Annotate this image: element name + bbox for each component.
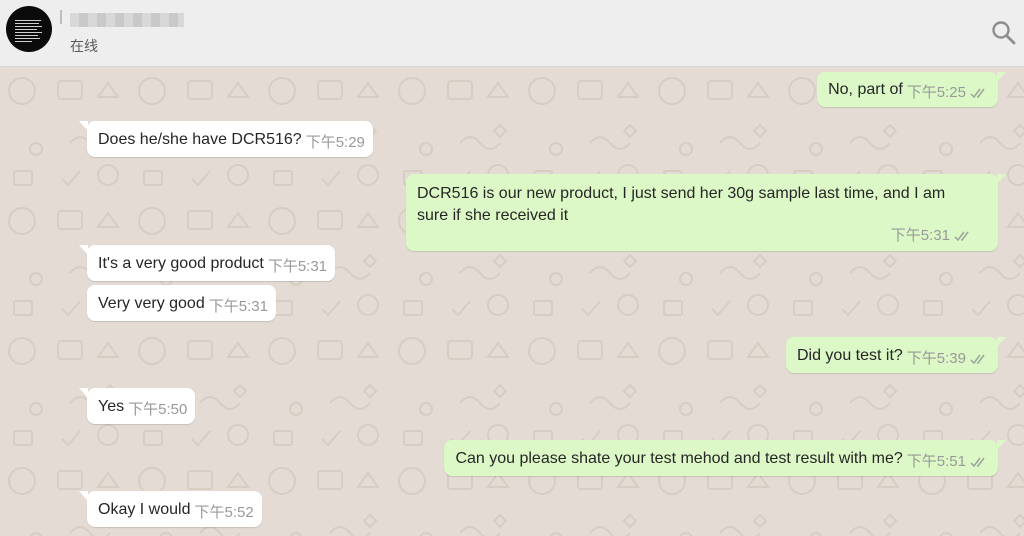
- chat-header: 在线: [0, 0, 1024, 67]
- message-time: 下午5:31: [267, 258, 328, 275]
- message-outgoing[interactable]: DCR516 is our new product, I just send h…: [406, 174, 1006, 251]
- double-check-icon: [954, 231, 969, 241]
- message-time: 下午5:29: [305, 134, 365, 151]
- message-outgoing[interactable]: No, part of 下午5:25: [817, 72, 1006, 107]
- name-prefix-mark: [60, 10, 62, 24]
- message-text: Can you please shate your test mehod and…: [455, 450, 903, 467]
- message-text: Okay I would: [98, 501, 191, 518]
- contact-status: 在线: [70, 38, 98, 54]
- message-time: 下午5:51: [906, 453, 966, 470]
- message-time: 下午5:52: [194, 504, 254, 521]
- message-text: No, part of: [828, 81, 903, 98]
- message-time: 下午5:39: [906, 350, 966, 367]
- double-check-icon: [970, 88, 985, 98]
- message-outgoing[interactable]: Can you please shate your test mehod and…: [444, 440, 1006, 476]
- message-time: 下午5:50: [128, 401, 188, 418]
- message-text: Very very good: [98, 295, 205, 312]
- message-time: 下午5:31: [208, 298, 268, 315]
- message-text: Does he/she have DCR516?: [98, 131, 302, 148]
- message-text: Did you test it?: [796, 347, 903, 364]
- message-list[interactable]: No, part of 下午5:25 Does he/she have DCR51…: [0, 67, 1024, 536]
- message-incoming[interactable]: Okay I would 下午5:52: [79, 491, 262, 527]
- contact-name-redacted[interactable]: [70, 13, 184, 27]
- double-check-icon: [970, 354, 985, 364]
- message-incoming[interactable]: Does he/she have DCR516? 下午5:29: [79, 121, 373, 157]
- message-time: 下午5:25: [906, 84, 966, 101]
- message-text: It's a very good product: [98, 255, 264, 272]
- message-text: Yes: [98, 398, 125, 415]
- message-outgoing[interactable]: Did you test it? 下午5:39: [785, 337, 1006, 373]
- message-time: 下午5:31: [890, 227, 950, 244]
- contact-avatar[interactable]: [6, 6, 52, 52]
- message-incoming[interactable]: Yes 下午5:50: [79, 388, 196, 424]
- message-text: DCR516 is our new product, I just send h…: [417, 185, 946, 224]
- double-check-icon: [970, 457, 985, 467]
- message-incoming[interactable]: It's a very good product 下午5:31: [79, 245, 336, 281]
- search-icon[interactable]: [989, 18, 1019, 48]
- message-incoming[interactable]: Very very good 下午5:31: [87, 285, 276, 321]
